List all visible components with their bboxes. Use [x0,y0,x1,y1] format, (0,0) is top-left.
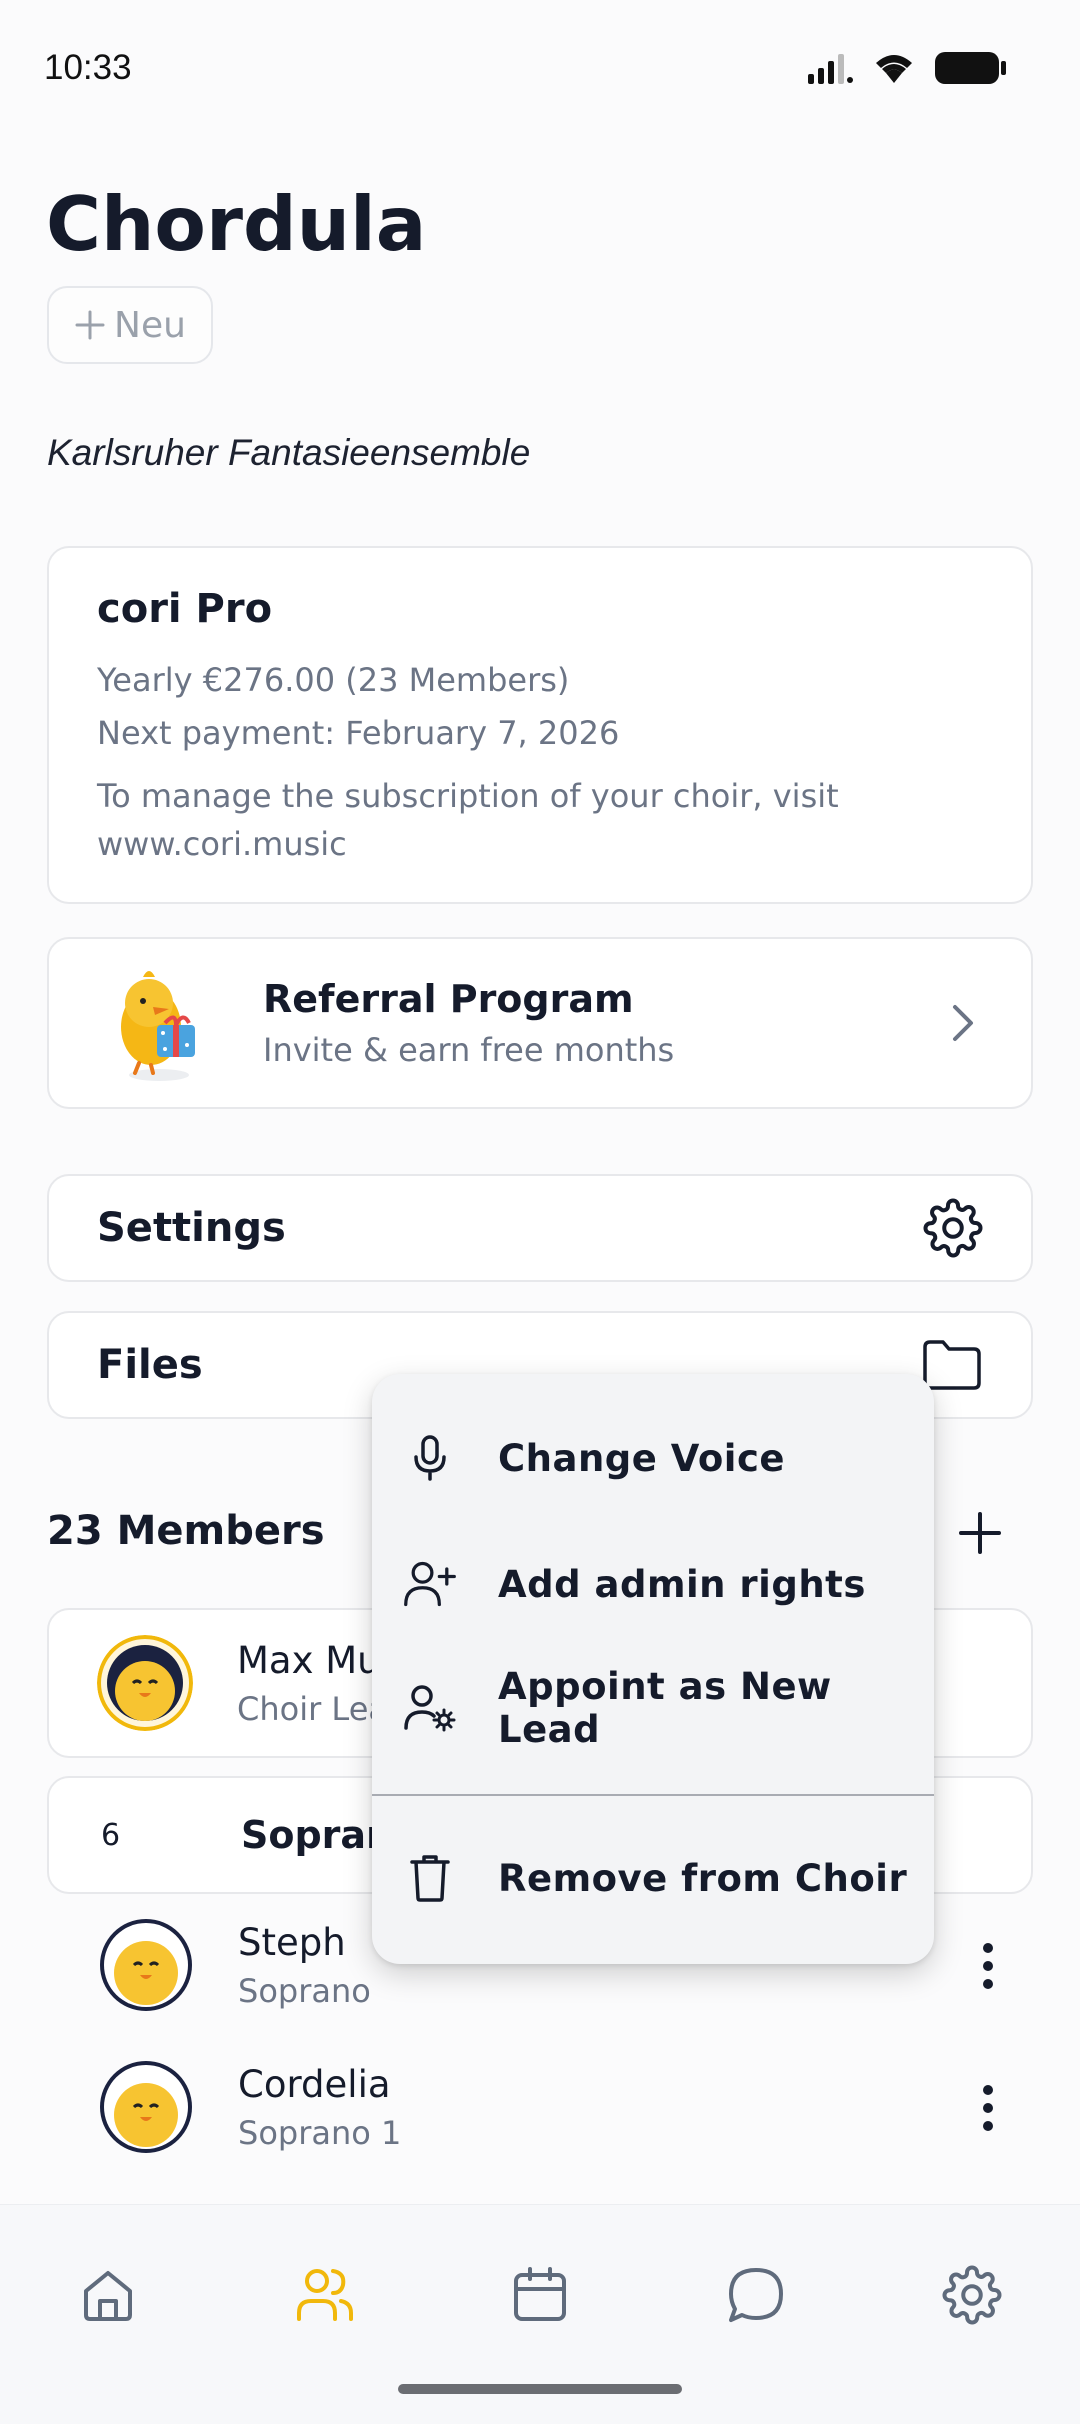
microphone-icon [402,1430,458,1486]
more-vertical-icon[interactable] [978,1938,998,1994]
user-cog-icon [402,1680,458,1736]
list-item[interactable]: Cordelia Soprano 1 [98,2052,998,2162]
member-context-menu: Change Voice Add admin rights Appoint as… [372,1374,934,1964]
avatar [100,1919,192,2011]
add-member-plus-icon[interactable] [955,1508,1005,1558]
status-time: 10:33 [44,48,132,87]
gear-icon [923,1198,983,1258]
menu-item-label: Remove from Choir [498,1856,908,1900]
page-title: Chordula [46,180,427,268]
avatar [97,1635,193,1731]
battery-icon [935,52,1006,84]
menu-item-label: Add admin rights [498,1562,866,1606]
subscription-card: cori Pro Yearly €276.00 (23 Members) Nex… [47,546,1033,904]
menu-divider [372,1794,934,1796]
menu-item-label: Appoint as New Lead [498,1665,832,1751]
plus-icon [75,310,105,340]
members-icon [297,2269,353,2321]
settings-icon [942,2265,1002,2325]
nav-settings[interactable] [932,2255,1012,2335]
nav-members[interactable] [285,2255,365,2335]
voice-group-name: Sopran [241,1813,394,1857]
avatar [100,2061,192,2153]
home-icon [84,2271,132,2321]
bird-mascot-icon [121,971,195,1081]
choir-name: Karlsruher Fantasieensemble [47,432,531,473]
settings-row[interactable]: Settings [47,1174,1033,1282]
wifi-icon [876,55,912,83]
member-role: Choir Lea [237,1689,388,1728]
voice-group-count: 6 [101,1817,121,1853]
trash-icon [402,1850,458,1906]
nav-calendar[interactable] [500,2255,580,2335]
member-role: Soprano 1 [238,2113,402,2152]
referral-title: Referral Program [263,977,634,1021]
member-name: Max Mu [237,1638,381,1682]
new-button[interactable]: Neu [47,286,213,364]
chevron-right-icon [953,1005,973,1041]
signal-icon [808,54,853,84]
settings-label: Settings [97,1205,286,1251]
subscription-manage-text: To manage the subscription of your choir… [97,777,839,815]
subscription-next-payment: Next payment: February 7, 2026 [97,714,620,752]
folder-icon [923,1340,981,1390]
user-plus-icon [402,1556,458,1612]
new-button-label: Neu [114,304,186,346]
menu-item-appoint-lead[interactable]: Appoint as New Lead [372,1658,934,1758]
chat-icon [729,2268,783,2322]
subscription-price: Yearly €276.00 (23 Members) [97,661,570,699]
status-icons [806,50,1008,86]
menu-item-label: Change Voice [498,1436,786,1480]
referral-card[interactable]: Referral Program Invite & earn free mont… [47,937,1033,1109]
more-vertical-icon[interactable] [978,2080,998,2136]
member-name: Cordelia [238,2062,391,2106]
subscription-title: cori Pro [97,586,273,632]
home-indicator[interactable] [398,2384,682,2394]
nav-home[interactable] [68,2255,148,2335]
subscription-link[interactable]: www.cori.music [97,818,983,871]
member-role: Soprano [238,1971,371,2010]
calendar-icon [514,2267,566,2321]
menu-item-remove-from-choir[interactable]: Remove from Choir [372,1828,934,1928]
member-name: Steph [238,1920,346,1964]
members-count-title: 23 Members [47,1508,325,1554]
menu-item-change-voice[interactable]: Change Voice [372,1408,934,1508]
menu-item-add-admin[interactable]: Add admin rights [372,1534,934,1634]
referral-subtitle: Invite & earn free months [263,1031,675,1069]
nav-chat[interactable] [716,2255,796,2335]
